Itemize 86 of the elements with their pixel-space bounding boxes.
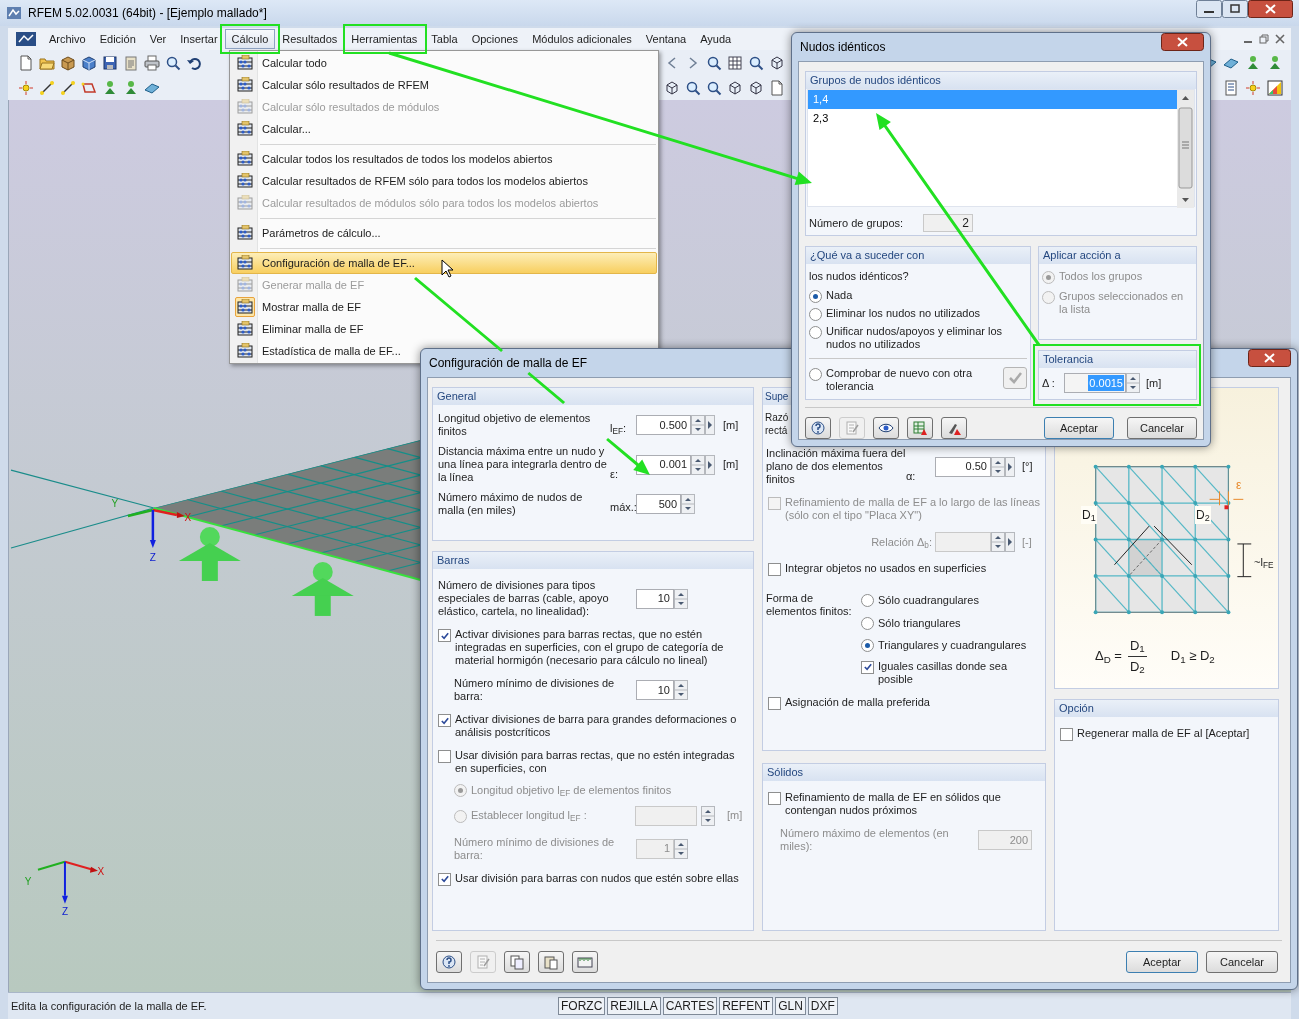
dialog-title: Configuración de malla de EF — [428, 355, 588, 372]
field-label: Número mínimo de divisiones de barra: — [454, 835, 616, 862]
group-title: Opción — [1055, 700, 1278, 717]
group-title: Aplicar acción a — [1039, 247, 1196, 264]
group-title: Barras — [433, 552, 753, 569]
field-label: Longitud objetivo de elementos finitos — [438, 412, 592, 438]
menu-item-label: Calcular sólo resultados de módulos — [261, 99, 440, 115]
unit-label: [-] — [1022, 534, 1032, 550]
radio-label: Todos los grupos — [1059, 270, 1144, 283]
menu-item-label: Calcular todos los resultados de todos los modelos abiertos — [261, 151, 553, 167]
dialog-title: Nudos idénticos — [799, 39, 886, 56]
checkbox-label: Asignación de malla preferida — [785, 695, 931, 709]
window-title: RFEM 5.02.0031 (64bit) - [Ejemplo mallado*] — [28, 5, 267, 22]
formula-text: D$_{1}$ ≥ D$_{2}$ — [1170, 647, 1215, 666]
field-label: Número máximo de elementos (en miles): — [780, 827, 950, 853]
group-title: Tolerancia — [1039, 351, 1196, 368]
radio-label: Triangulares y cuadrangulares — [878, 638, 1027, 653]
diagram-label: D$_{1}$ — [1081, 506, 1097, 524]
status-text: Edita la configuración de la malla de EF. — [10, 998, 208, 1014]
unit-label: [m] — [723, 417, 739, 433]
radio-label: Longitud objetivo l$_{EF}$ de elementos finitos — [471, 783, 672, 799]
menu-item-label: Calcular resultados de módulos sólo para todos los modelos abiertos — [261, 195, 599, 211]
checkbox-label: Usar división para barras con nudos que estén sobre ellas — [455, 871, 740, 885]
menu-item-label: Calcular... — [261, 121, 311, 137]
field-label: Número de grupos: — [809, 215, 905, 231]
formula-text: Δ$_{D}$ = — [1095, 647, 1122, 666]
count-field: 2 — [923, 214, 973, 232]
menu-item-label: Configuración de malla de EF... — [261, 255, 415, 271]
cut-off-text: rectá — [765, 424, 788, 437]
checkbox-label: Iguales casillas donde sea posible — [878, 659, 1009, 686]
unit-label: [m] — [727, 808, 743, 824]
diagram-label: ε — [1236, 477, 1242, 494]
checkbox-label: Regenerar malla de EF al [Aceptar] — [1077, 727, 1251, 740]
menu-item-label: Generar malla de EF — [261, 277, 365, 293]
radio-label: Unificar nudos/apoyos y eliminar los nudos no utilizados — [826, 324, 1004, 351]
unit-label: [m] — [1146, 375, 1162, 391]
symbol-label: α: — [906, 468, 917, 484]
axis-label: X — [184, 512, 192, 523]
radio-label: Comprobar de nuevo con otra tolerancia — [826, 366, 974, 393]
unit-label: [m] — [723, 457, 739, 473]
radio-label: Eliminar los nudos no utilizados — [826, 306, 982, 320]
formula-text: D$_{1}$ — [1127, 636, 1147, 657]
radio-label: Nada — [826, 288, 854, 302]
axis-label: X — [97, 865, 105, 877]
axis-label: Z — [61, 905, 68, 917]
group-title: ¿Qué va a suceder con — [806, 247, 1030, 264]
field-label: Número de divisiones para tipos especiales de barras (cable, apoyo elástico, cartela, no linealidad): — [438, 579, 610, 618]
group-title: General — [433, 388, 753, 405]
radio-label: Establecer longitud l$_{EF}$ : — [471, 808, 588, 824]
menu-item-label: Parámetros de cálculo... — [261, 225, 381, 241]
symbol-label: ε: — [610, 466, 619, 482]
field-label: Distancia máxima entre un nudo y una línea para integrarla dentro de la línea — [438, 445, 608, 484]
cut-off-text: Razó — [765, 411, 789, 424]
group-title: Grupos de nudos idénticos — [806, 72, 1196, 89]
menu-item-label: Mostrar malla de EF — [261, 299, 362, 315]
symbol-label: máx.: — [610, 499, 636, 515]
group-title: Sólidos — [763, 764, 1045, 781]
field-label: Relación Δ$_{b}$: — [870, 534, 933, 551]
axis-label: Y — [24, 875, 32, 887]
checkbox-label: Activar divisiones de barra para grandes deformaciones o análisis postcríticos — [455, 713, 738, 739]
menu-item-label: Calcular todo — [261, 55, 327, 71]
field-label: Número máximo de nudos de malla (en miles) — [438, 491, 584, 517]
checkbox-label: Usar división para barras rectas, que no estén integradas en superficies, con — [455, 749, 736, 775]
field-label: Número mínimo de divisiones de barra: — [454, 677, 616, 703]
unit-label: [°] — [1022, 459, 1033, 475]
radio-label: Grupos seleccionados en la lista — [1059, 290, 1185, 316]
menu-item-label: Calcular resultados de RFEM sólo para todos los modelos abiertos — [261, 173, 588, 189]
panel-text: los nudos idénticos? — [808, 269, 910, 284]
axis-label: Z — [149, 552, 156, 563]
field-label: Inclinación máxima fuera del plano de dos elementos finitos — [766, 447, 906, 486]
menu-item-label: Calcular sólo resultados de RFEM — [261, 77, 429, 93]
checkbox-label: Integrar objetos no usados en superficies — [785, 562, 988, 575]
diagram-label: D$_{2}$ — [1195, 506, 1211, 524]
menu-item-label: Estadística de malla de EF... — [261, 343, 401, 359]
formula-text: D$_{2}$ — [1129, 657, 1145, 676]
symbol-label: l$_{EF}$: — [610, 420, 628, 438]
axis-label: Y — [111, 498, 119, 510]
field-label: Forma de elementos finitos: — [766, 592, 853, 618]
checkbox-label: Refinamiento de malla de EF a lo largo de las líneas (sólo con el tipo "Placa XY") — [785, 496, 1040, 522]
radio-label: Sólo cuadrangulares — [878, 593, 979, 608]
checkbox-label: Activar divisiones para barras rectas, que no estén integradas en superficies, con el grupo de categoría de material hormigón (necesario para cálculo no lineal) — [455, 628, 725, 667]
diagram-label: ~l$_{FE}$ — [1254, 555, 1274, 571]
symbol-label: Δ : — [1042, 375, 1056, 391]
checkbox-label: Refinamiento de malla de EF en sólidos que contengan nudos próximos — [785, 791, 1002, 817]
radio-label: Sólo triangulares — [878, 615, 961, 631]
menu-item-label: Eliminar malla de EF — [261, 321, 364, 337]
